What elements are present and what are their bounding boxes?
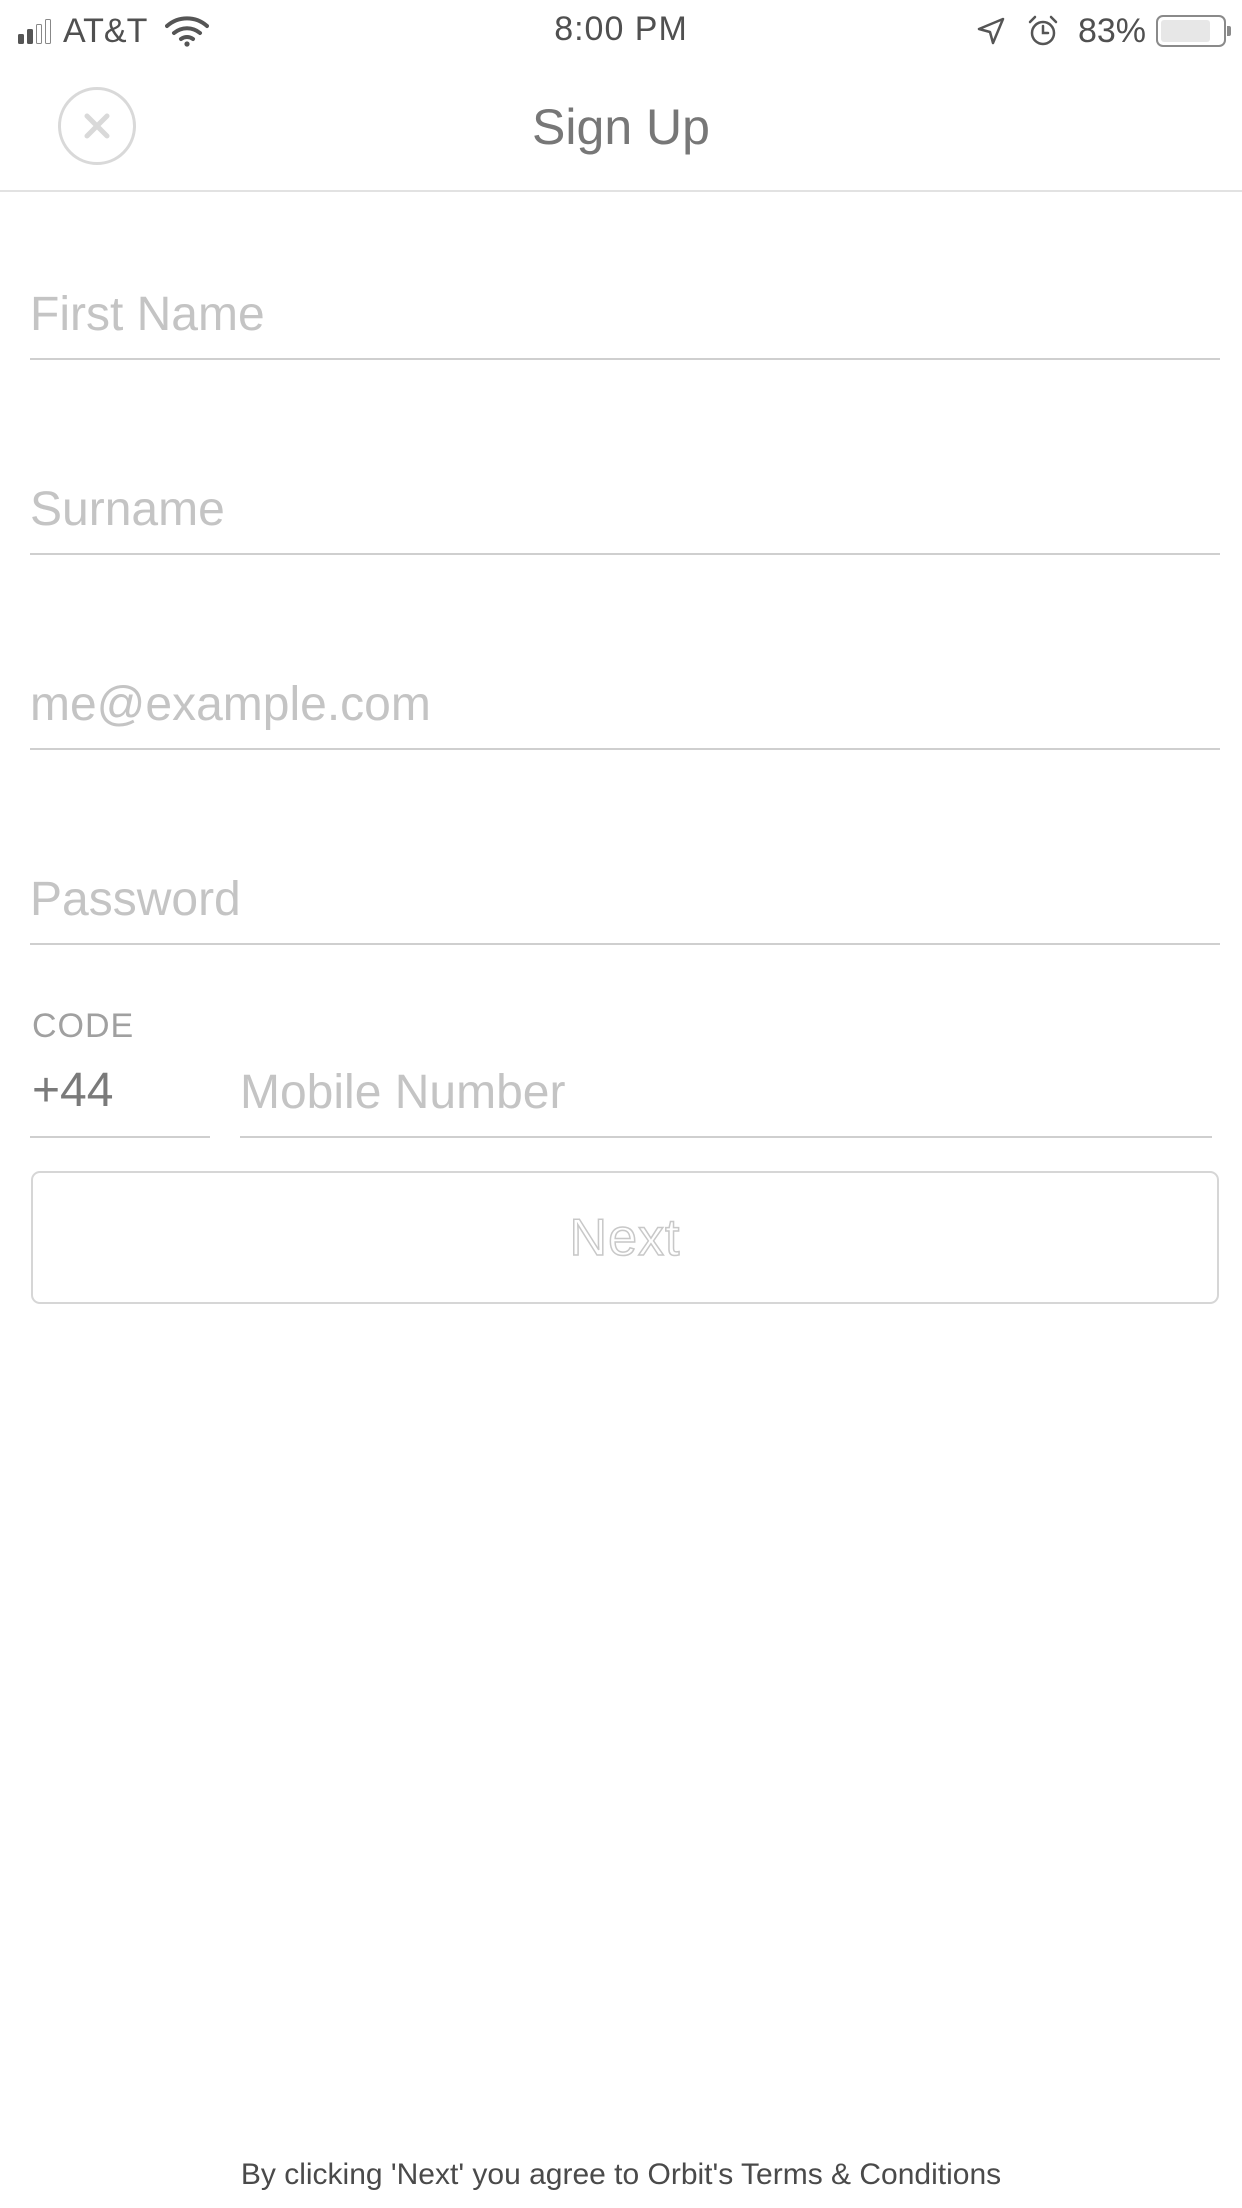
alarm-clock-icon [1028,15,1058,46]
surname-input[interactable] [30,477,1220,541]
first-name-input[interactable] [30,282,1220,346]
mobile-number-field [240,1040,1212,1138]
battery-icon [1156,15,1231,47]
status-right: 83% [976,8,1231,54]
email-field [30,650,1220,750]
navigation-bar: Sign Up [0,62,1242,192]
country-code-value: +44 [32,1064,114,1117]
surname-field [30,455,1220,555]
sign-up-screen: AT&T 8:00 PM 83% Sign Up First Name Surn… [0,0,1242,2208]
mobile-number-input[interactable] [240,1060,1212,1124]
terms-text: By clicking 'Next' you agree to Orbit's … [240,2158,1002,2191]
status-bar: AT&T 8:00 PM 83% [0,0,1242,62]
next-button-label: Next [569,1208,681,1268]
page-title: Sign Up [532,99,710,155]
next-button[interactable]: Next [31,1171,1219,1304]
country-code-field[interactable]: +44 [30,1040,210,1138]
location-arrow-icon [977,17,1005,45]
password-field [30,845,1220,945]
first-name-field [30,260,1220,360]
battery-percentage: 83% [1077,11,1146,50]
email-input[interactable] [30,672,1220,736]
password-input[interactable] [30,867,1220,931]
